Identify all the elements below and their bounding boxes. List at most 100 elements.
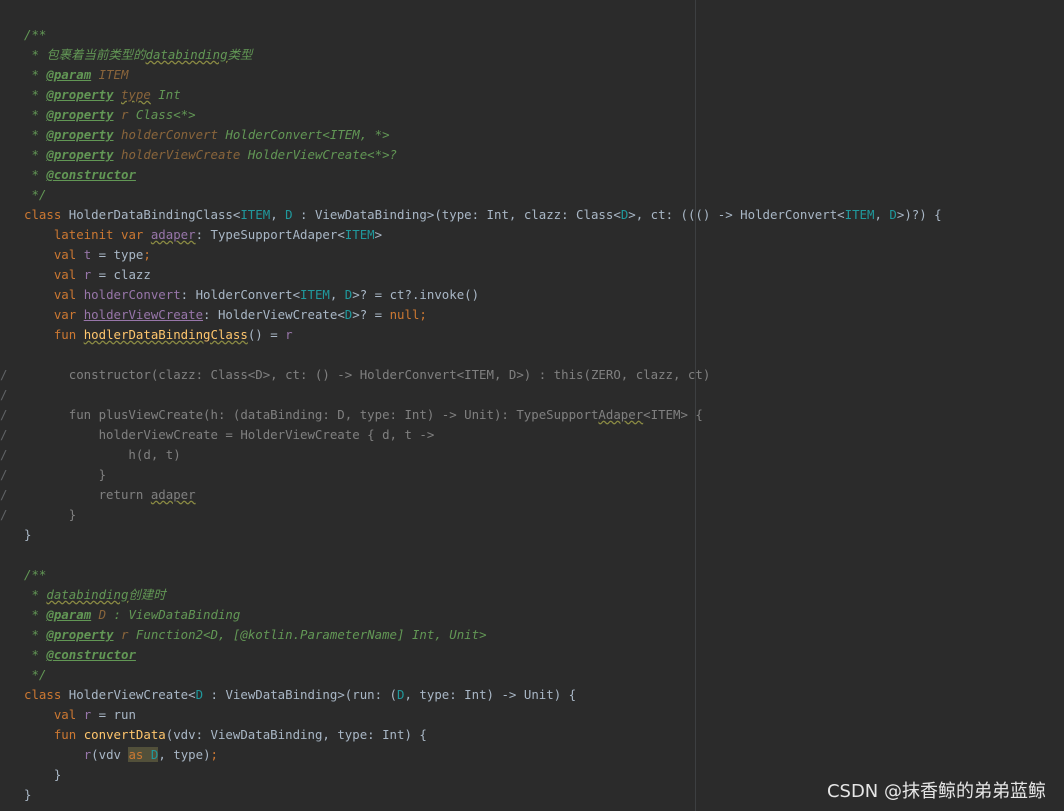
code-line[interactable]: * @property holderViewCreate HolderViewC… — [0, 145, 1064, 165]
gutter-comment-marker: / — [0, 427, 8, 442]
code-token: , — [270, 207, 286, 222]
code-token: holderConvert — [83, 287, 181, 302]
code-text: lateinit var adaper: TypeSupportAdaper<I… — [24, 225, 382, 245]
code-line[interactable] — [0, 545, 1064, 565]
code-text: class HolderViewCreate<D : ViewDataBindi… — [24, 685, 576, 705]
code-token: var — [53, 307, 84, 322]
code-token: Int — [150, 87, 181, 102]
gutter-comment-marker: / — [0, 507, 8, 522]
code-text: * @constructor — [24, 645, 135, 665]
code-line[interactable]: var holderViewCreate: HolderViewCreate<D… — [0, 305, 1064, 325]
code-token: * — [24, 167, 47, 182]
code-line[interactable]: / return adaper — [0, 485, 1064, 505]
code-line[interactable]: * @param ITEM — [0, 65, 1064, 85]
code-line[interactable]: /** — [0, 25, 1064, 45]
code-token: class — [24, 687, 69, 702]
code-token: ITEM — [240, 207, 271, 222]
code-line[interactable]: * @constructor — [0, 165, 1064, 185]
code-token: * — [24, 587, 47, 602]
code-token: = run — [91, 707, 136, 722]
code-line[interactable]: / — [0, 385, 1064, 405]
code-token: */ — [24, 187, 47, 202]
code-token: @property — [46, 127, 114, 142]
code-token: h(d, t) — [24, 447, 181, 462]
code-line[interactable]: val holderConvert: HolderConvert<ITEM, D… — [0, 285, 1064, 305]
code-line[interactable]: val r = clazz — [0, 265, 1064, 285]
code-token: * 包裹着当前类型的 — [24, 47, 146, 62]
code-token: Class<*> — [128, 107, 196, 122]
code-line[interactable]: */ — [0, 665, 1064, 685]
code-token: as — [128, 747, 151, 762]
code-token: >, ct: ((() -> HolderConvert< — [628, 207, 845, 222]
code-token: * — [24, 147, 47, 162]
code-token: 类型 — [227, 47, 253, 62]
code-token: holderViewCreate — [83, 307, 204, 322]
code-token: } — [24, 467, 107, 482]
code-token: : HolderViewCreate< — [203, 307, 345, 322]
code-token: HolderDataBindingClass< — [68, 207, 241, 222]
code-line[interactable]: * @constructor — [0, 645, 1064, 665]
code-token: 创建时 — [128, 587, 166, 602]
code-token: = type — [91, 247, 144, 262]
code-token: , type: Int) -> Unit) { — [404, 687, 577, 702]
code-line[interactable]: * databinding创建时 — [0, 585, 1064, 605]
code-line[interactable]: class HolderViewCreate<D : ViewDataBindi… — [0, 685, 1064, 705]
code-token: (vdv: ViewDataBinding, type: Int) { — [165, 727, 427, 742]
code-line[interactable]: val t = type; — [0, 245, 1064, 265]
code-token: null; — [389, 307, 427, 322]
code-token: (vdv — [91, 747, 129, 762]
code-text: return adaper — [24, 485, 196, 505]
code-text: var holderViewCreate: HolderViewCreate<D… — [24, 305, 427, 325]
code-text: * 包裹着当前类型的databinding类型 — [24, 45, 252, 65]
code-token: type — [121, 87, 151, 102]
code-line[interactable]: * 包裹着当前类型的databinding类型 — [0, 45, 1064, 65]
code-text: val r = clazz — [24, 265, 151, 285]
code-token: } — [24, 527, 32, 542]
code-line[interactable] — [0, 345, 1064, 365]
code-token: */ — [24, 667, 47, 682]
code-line[interactable]: / fun plusViewCreate(h: (dataBinding: D,… — [0, 405, 1064, 425]
code-line[interactable]: / holderViewCreate = HolderViewCreate { … — [0, 425, 1064, 445]
code-token: lateinit var — [53, 227, 151, 242]
code-line[interactable]: * @property r Function2<D, [@kotlin.Para… — [0, 625, 1064, 645]
code-token: = clazz — [91, 267, 151, 282]
code-text: r(vdv as D, type); — [24, 745, 218, 765]
code-token: adaper — [150, 227, 196, 242]
code-token: ITEM — [91, 67, 129, 82]
code-text: } — [24, 465, 106, 485]
gutter-comment-marker: / — [0, 387, 8, 402]
code-token: * — [24, 107, 47, 122]
code-line[interactable]: / constructor(clazz: Class<D>, ct: () ->… — [0, 365, 1064, 385]
code-token: holderConvert — [121, 127, 218, 142]
code-token: @property — [46, 87, 114, 102]
code-line[interactable]: */ — [0, 185, 1064, 205]
code-token: val — [53, 707, 84, 722]
code-line[interactable]: r(vdv as D, type); — [0, 745, 1064, 765]
code-line[interactable]: lateinit var adaper: TypeSupportAdaper<I… — [0, 225, 1064, 245]
code-line[interactable]: * @property type Int — [0, 85, 1064, 105]
code-token: ITEM — [844, 207, 875, 222]
code-token: @property — [46, 147, 114, 162]
code-text: * @param D : ViewDataBinding — [24, 605, 240, 625]
code-line[interactable]: * @property r Class<*> — [0, 105, 1064, 125]
code-line[interactable]: / h(d, t) — [0, 445, 1064, 465]
code-text: class HolderDataBindingClass<ITEM, D : V… — [24, 205, 942, 225]
code-text: * @constructor — [24, 165, 135, 185]
code-line[interactable]: val r = run — [0, 705, 1064, 725]
code-line[interactable]: / } — [0, 465, 1064, 485]
code-line[interactable]: fun convertData(vdv: ViewDataBinding, ty… — [0, 725, 1064, 745]
code-line[interactable]: * @property holderConvert HolderConvert<… — [0, 125, 1064, 145]
code-token: databinding — [46, 587, 129, 602]
code-token: : ViewDataBinding — [106, 607, 241, 622]
code-line[interactable]: fun hodlerDataBindingClass() = r — [0, 325, 1064, 345]
code-text: val holderConvert: HolderConvert<ITEM, D… — [24, 285, 479, 305]
code-line[interactable]: /** — [0, 565, 1064, 585]
code-line[interactable]: class HolderDataBindingClass<ITEM, D : V… — [0, 205, 1064, 225]
code-line[interactable]: / } — [0, 505, 1064, 525]
code-token: @param — [46, 607, 92, 622]
code-line[interactable]: } — [0, 525, 1064, 545]
code-line[interactable]: * @param D : ViewDataBinding — [0, 605, 1064, 625]
